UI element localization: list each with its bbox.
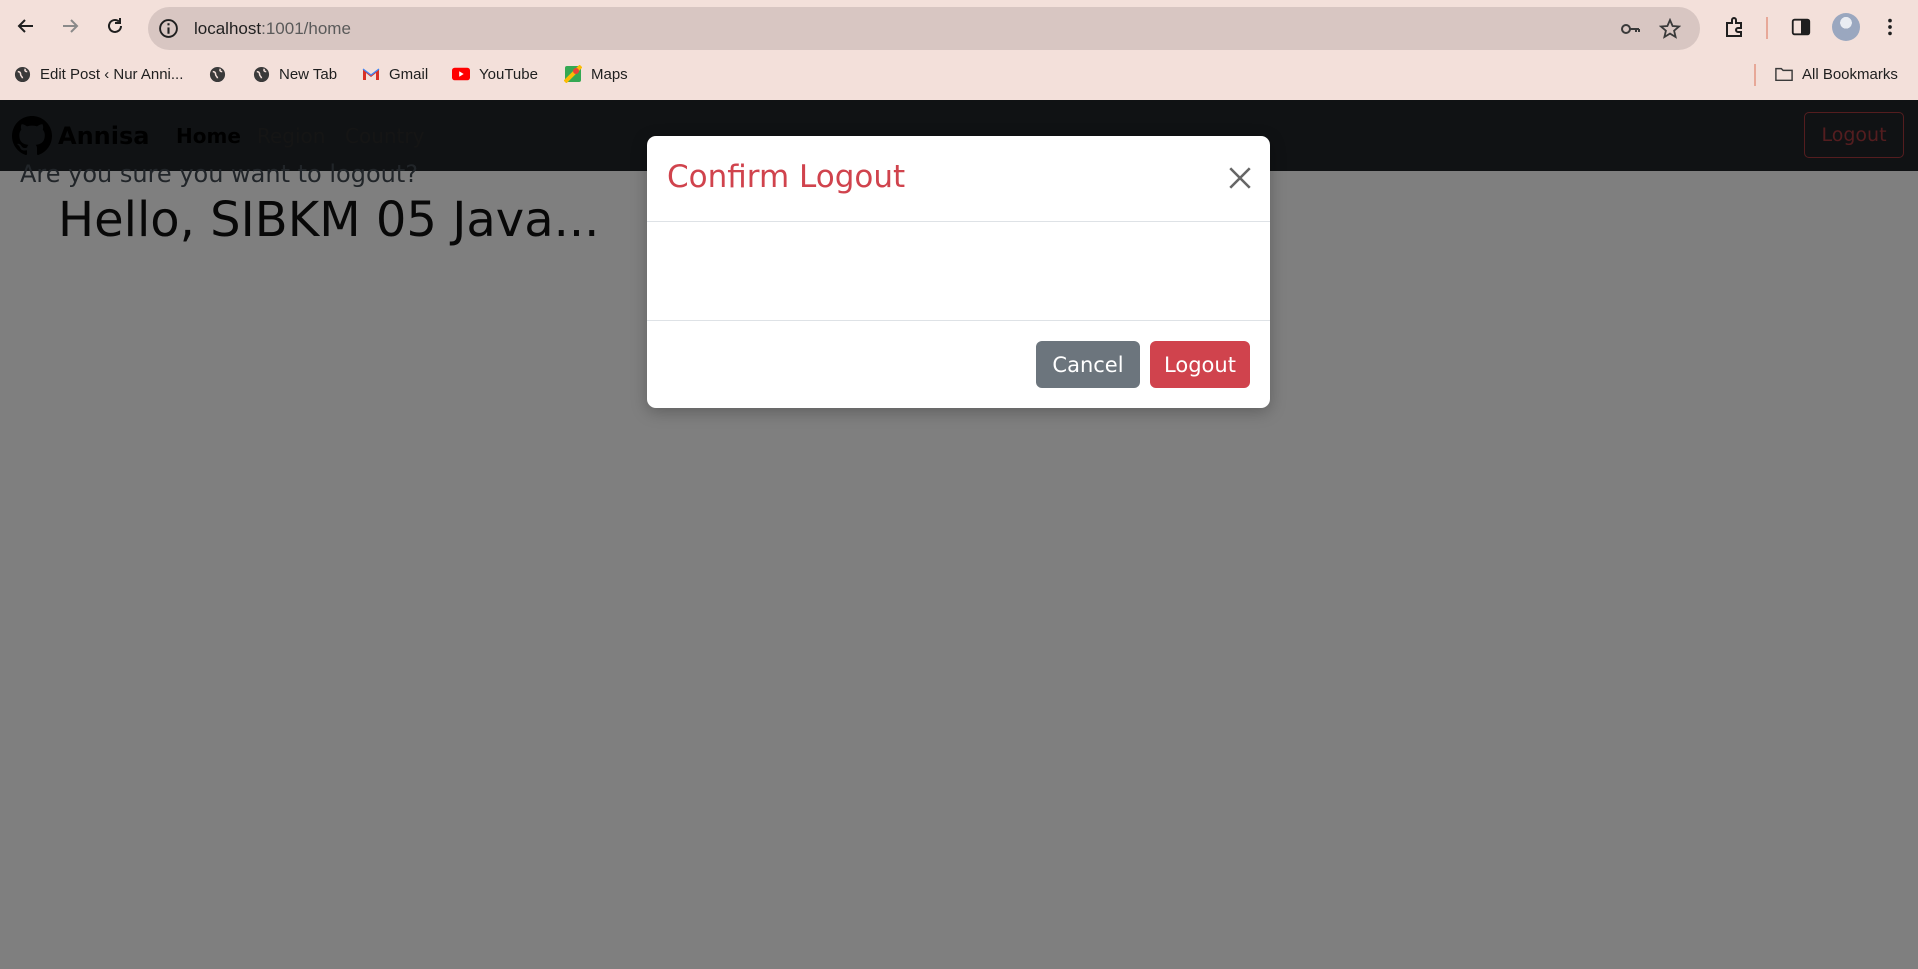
reload-icon [108,18,122,33]
bookmark-globe[interactable] [208,64,226,84]
url-path: :1001/home [261,19,351,38]
url-text[interactable]: localhost:1001/home [194,19,351,39]
bookmark-maps[interactable]: Maps [564,64,628,84]
browser-toolbar: localhost:1001/home [0,0,1918,56]
site-info-icon[interactable] [158,18,179,39]
forward-button[interactable] [54,10,86,42]
folder-icon [1775,65,1793,83]
all-bookmarks-label: All Bookmarks [1802,65,1898,83]
toolbar-divider [1766,17,1768,39]
bookmark-youtube[interactable]: YouTube [452,64,538,84]
bookmark-edit-post[interactable]: Edit Post ‹ Nur Anni... [13,64,183,84]
bookmark-label: New Tab [279,65,338,83]
bookmark-label: YouTube [479,65,538,83]
gmail-icon [362,65,380,83]
globe-icon [208,65,226,83]
profile-avatar[interactable] [1832,13,1860,41]
modal-header: Confirm Logout [647,136,1270,222]
forward-arrow-icon [63,19,79,33]
browser-chrome: localhost:1001/home Edit Post ‹ Nur Anni… [0,0,1918,100]
confirm-logout-button[interactable]: Logout [1150,341,1250,388]
globe-icon [252,65,270,83]
bookmarks-divider [1754,64,1756,86]
globe-icon [13,65,31,83]
extensions-icon[interactable] [1722,14,1748,40]
address-bar[interactable]: localhost:1001/home [148,7,1700,50]
back-arrow-icon [17,19,33,33]
modal-title: Confirm Logout [667,159,906,195]
star-icon[interactable] [1659,18,1681,40]
bookmark-gmail[interactable]: Gmail [362,64,428,84]
maps-icon [564,65,582,83]
youtube-icon [452,65,470,83]
bookmark-new-tab[interactable]: New Tab [252,64,337,84]
close-icon[interactable] [1227,165,1253,191]
key-icon[interactable] [1619,18,1641,40]
bookmark-label: Edit Post ‹ Nur Anni... [40,65,184,83]
modal-body [647,222,1270,321]
bookmarks-bar: Edit Post ‹ Nur Anni... New Tab Gmail Yo… [0,56,1918,92]
bookmark-label: Gmail [389,65,429,83]
side-panel-icon[interactable] [1788,14,1814,40]
modal-message: Are you sure you want to logout? [20,160,418,188]
back-button[interactable] [10,10,42,42]
reload-button[interactable] [99,10,131,42]
all-bookmarks-button[interactable]: All Bookmarks [1775,64,1898,84]
url-host: localhost [194,19,262,38]
menu-kebab-icon[interactable] [1877,14,1903,40]
cancel-button[interactable]: Cancel [1036,341,1140,388]
bookmark-label: Maps [591,65,628,83]
